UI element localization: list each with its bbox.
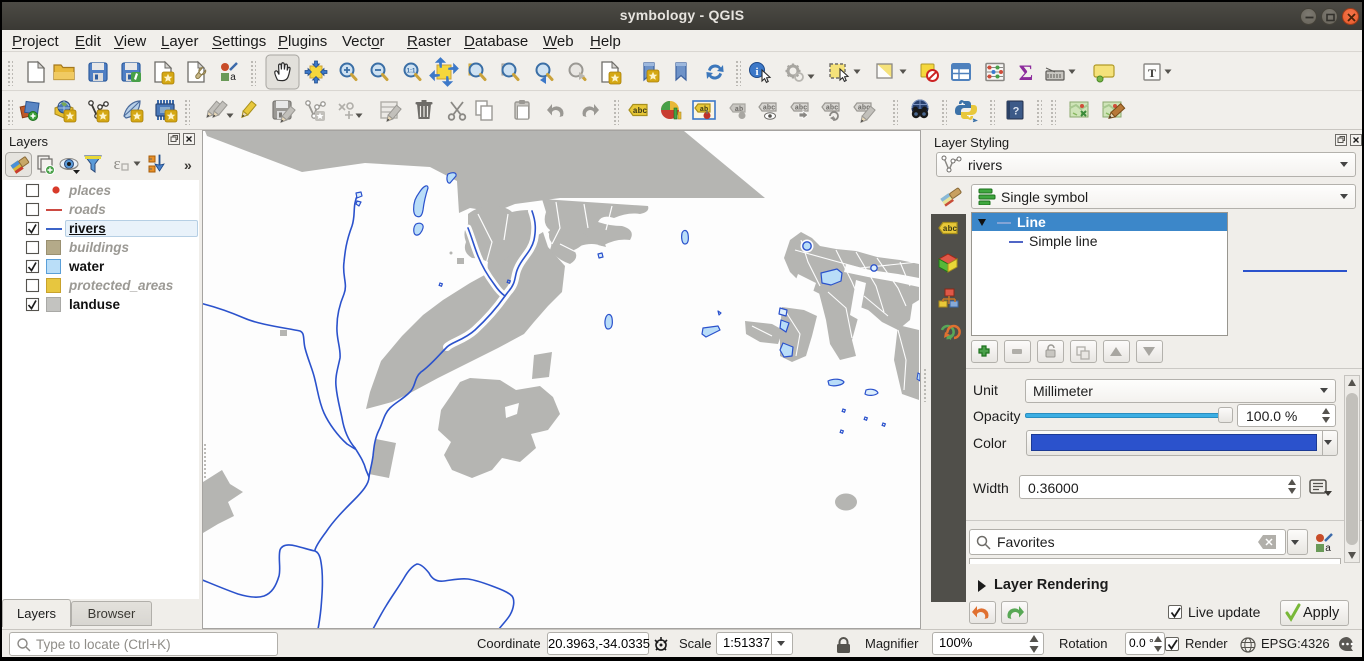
svg-text:a: a	[1325, 543, 1331, 554]
svg-text:abc: abc	[943, 225, 958, 234]
